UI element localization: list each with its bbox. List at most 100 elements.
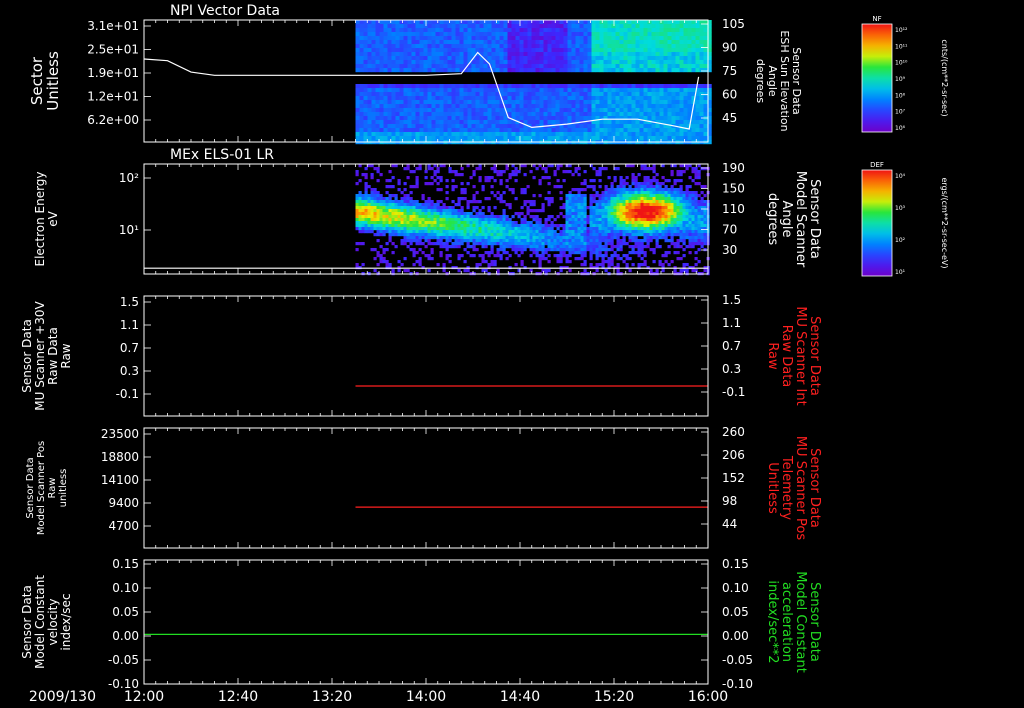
heatmap-cell (661, 269, 665, 273)
heatmap-cell (683, 48, 688, 53)
heatmap-cell (658, 263, 662, 267)
heatmap-cell (407, 88, 412, 93)
heatmap-cell (652, 185, 656, 189)
heatmap-cell (421, 197, 425, 201)
heatmap-cell (538, 260, 542, 264)
heatmap-cell (491, 104, 496, 109)
heatmap-cell (664, 191, 668, 195)
heatmap-cell (695, 108, 700, 113)
heatmap-cell (667, 36, 672, 41)
heatmap-cell (646, 194, 650, 198)
heatmap-cell (601, 203, 605, 207)
heatmap-cell (487, 206, 491, 210)
heatmap-cell (599, 96, 604, 101)
heatmap-cell (649, 209, 653, 213)
heatmap-cell (607, 96, 612, 101)
heatmap-cell (676, 230, 680, 234)
heatmap-cell (631, 40, 636, 45)
heatmap-cell (454, 227, 458, 231)
heatmap-cell (447, 32, 452, 37)
heatmap-cell (454, 209, 458, 213)
heatmap-cell (583, 88, 588, 93)
heatmap-cell (567, 56, 572, 61)
heatmap-cell (567, 32, 572, 37)
heatmap-cell (592, 239, 596, 243)
heatmap-cell (430, 218, 434, 222)
heatmap-cell (661, 215, 665, 219)
heatmap-cell (591, 24, 596, 29)
heatmap-cell (399, 48, 404, 53)
heatmap-cell (435, 32, 440, 37)
heatmap-cell (544, 230, 548, 234)
heatmap-cell (406, 167, 410, 171)
heatmap-cell (671, 24, 676, 29)
heatmap-cell (431, 100, 436, 105)
heatmap-cell (478, 236, 482, 240)
heatmap-cell (479, 64, 484, 69)
heatmap-cell (571, 239, 575, 243)
heatmap-cell (675, 64, 680, 69)
heatmap-cell (469, 200, 473, 204)
heatmap-cell (643, 176, 647, 180)
heatmap-cell (527, 112, 532, 117)
heatmap-cell (395, 120, 400, 125)
heatmap-cell (515, 56, 520, 61)
colorbar-nf: NF10¹²10¹¹10¹⁰10⁹10⁸10⁷10⁶cnts/(cm**2-sr… (861, 15, 949, 133)
heatmap-cell (499, 197, 503, 201)
heatmap-cell (419, 132, 424, 137)
heatmap-cell (580, 206, 584, 210)
heatmap-cell (455, 68, 460, 73)
heatmap-cell (367, 64, 372, 69)
heatmap-cell (667, 64, 672, 69)
heatmap-cell (471, 88, 476, 93)
heatmap-cell (667, 212, 671, 216)
heatmap-cell (619, 188, 623, 192)
heatmap-cell (550, 221, 554, 225)
heatmap-cell (383, 32, 388, 37)
heatmap-cell (523, 215, 527, 219)
heatmap-cell (607, 194, 611, 198)
heatmap-cell (568, 191, 572, 195)
heatmap-cell (603, 40, 608, 45)
heatmap-cell (388, 221, 392, 225)
heatmap-cell (409, 227, 413, 231)
heatmap-cell (604, 251, 608, 255)
heatmap-cell (695, 100, 700, 105)
heatmap-cell (687, 28, 692, 33)
heatmap-cell (523, 88, 528, 93)
heatmap-cell (355, 36, 360, 41)
heatmap-cell (455, 60, 460, 65)
heatmap-cell (664, 215, 668, 219)
heatmap-cell (427, 227, 431, 231)
heatmap-cell (424, 227, 428, 231)
heatmap-cell (375, 24, 380, 29)
heatmap-cell (628, 209, 632, 213)
heatmap-cell (502, 191, 506, 195)
heatmap-cell (603, 120, 608, 125)
heatmap-cell (403, 32, 408, 37)
heatmap-cell (376, 251, 380, 255)
heatmap-cell (370, 227, 374, 231)
heatmap-cell (664, 230, 668, 234)
heatmap-cell (412, 209, 416, 213)
heatmap-cell (439, 56, 444, 61)
heatmap-cell (639, 88, 644, 93)
heatmap-cell (491, 92, 496, 97)
heatmap-cell (647, 68, 652, 73)
heatmap-cell (671, 108, 676, 113)
heatmap-cell (399, 64, 404, 69)
heatmap-cell (567, 64, 572, 69)
heatmap-cell (613, 191, 617, 195)
heatmap-cell (575, 64, 580, 69)
heatmap-cell (675, 20, 680, 25)
heatmap-cell (499, 32, 504, 37)
heatmap-cell (631, 200, 635, 204)
heatmap-cell (663, 24, 668, 29)
heatmap-cell (472, 209, 476, 213)
heatmap-cell (373, 221, 377, 225)
heatmap-cell (652, 230, 656, 234)
heatmap-cell (430, 176, 434, 180)
heatmap-cell (613, 230, 617, 234)
heatmap-cell (391, 218, 395, 222)
heatmap-cell (496, 251, 500, 255)
